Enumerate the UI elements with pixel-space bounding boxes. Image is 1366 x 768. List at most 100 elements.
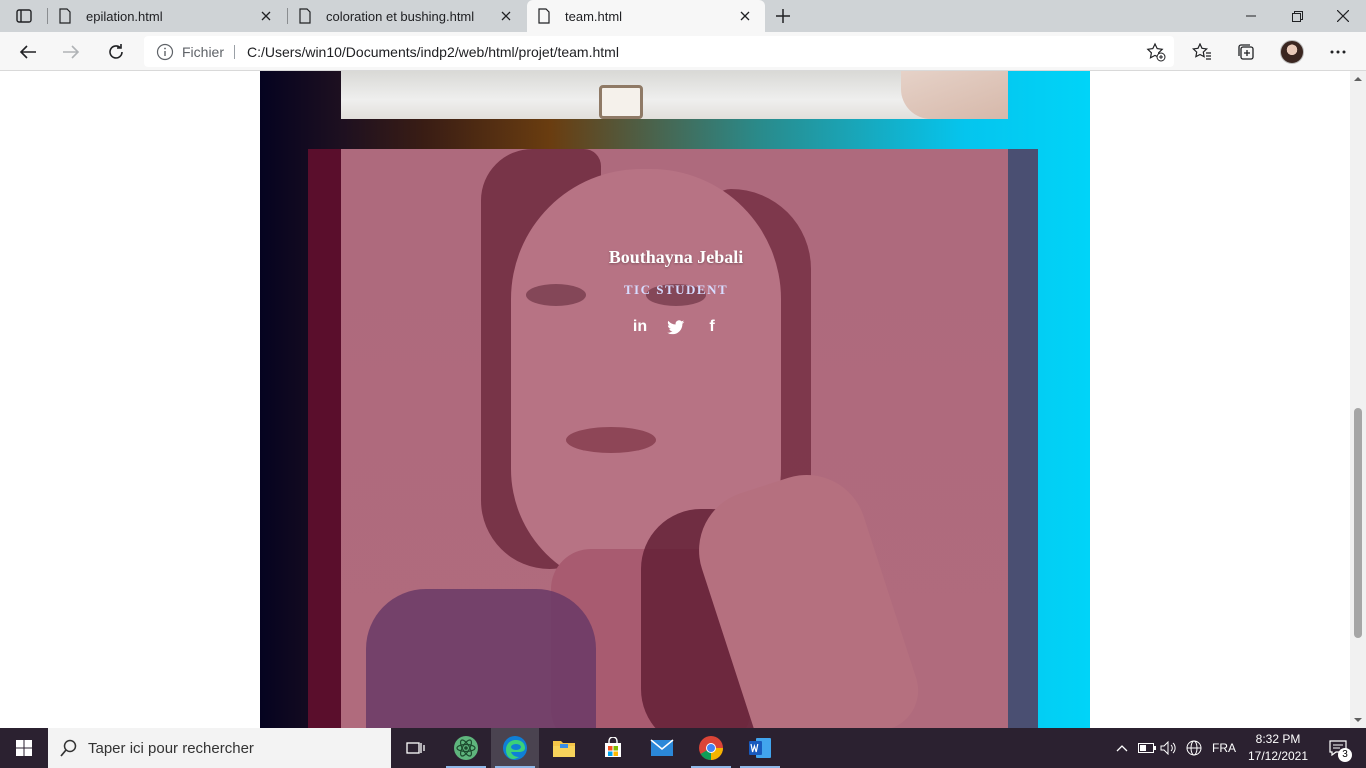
- plus-icon: [776, 9, 790, 23]
- system-clock[interactable]: 8:32 PM 17/12/2021: [1240, 731, 1316, 765]
- facebook-icon[interactable]: f: [703, 318, 721, 336]
- scheme-label: Fichier: [182, 44, 225, 60]
- task-view-button[interactable]: [392, 728, 440, 768]
- address-separator: [234, 45, 235, 59]
- page-icon: [538, 8, 550, 24]
- page-icon: [299, 8, 311, 24]
- clock-date: 17/12/2021: [1247, 749, 1309, 763]
- search-placeholder: Taper ici pour rechercher: [88, 740, 254, 757]
- linkedin-icon[interactable]: in: [631, 318, 649, 336]
- battery-button[interactable]: [1136, 728, 1158, 768]
- globe-icon: [1186, 740, 1202, 756]
- close-icon[interactable]: [735, 6, 755, 26]
- more-icon: [1330, 50, 1346, 54]
- edge-app[interactable]: [491, 728, 539, 768]
- add-favorite-icon: [1146, 42, 1166, 62]
- scrollbar-thumb[interactable]: [1354, 408, 1362, 638]
- favorites-button[interactable]: [1186, 36, 1218, 68]
- close-window-button[interactable]: [1320, 0, 1366, 32]
- edge-icon: [503, 736, 527, 760]
- volume-icon: [1160, 741, 1176, 755]
- battery-icon: [1138, 743, 1156, 753]
- twitter-icon[interactable]: [667, 318, 685, 336]
- more-button[interactable]: [1322, 36, 1354, 68]
- chrome-icon: [699, 736, 723, 760]
- atom-icon: [454, 736, 478, 760]
- member-name: Bouthayna Jebali: [608, 247, 744, 267]
- restore-button[interactable]: [1274, 0, 1320, 32]
- forward-button[interactable]: [55, 36, 87, 68]
- search-icon: [60, 739, 77, 757]
- url-text[interactable]: C:/Users/win10/Documents/indp2/web/html/…: [247, 44, 619, 60]
- word-icon: [749, 738, 771, 758]
- watch-detail: [599, 85, 643, 119]
- team-member-card: Bouthayna Jebali TIC STUDENT in f: [308, 149, 1038, 728]
- back-button[interactable]: [12, 36, 44, 68]
- file-explorer-app[interactable]: [540, 728, 588, 768]
- refresh-button[interactable]: [100, 36, 132, 68]
- previous-member-photo: [341, 71, 1008, 119]
- close-icon[interactable]: [256, 6, 276, 26]
- page-viewport: Bouthayna Jebali TIC STUDENT in f: [0, 71, 1350, 728]
- network-button[interactable]: [1182, 728, 1206, 768]
- profile-avatar[interactable]: [1280, 40, 1304, 64]
- page-scrollbar[interactable]: [1350, 71, 1366, 728]
- notification-center-button[interactable]: 3: [1316, 728, 1360, 768]
- file-explorer-icon: [553, 741, 575, 757]
- notification-count: 3: [1338, 748, 1352, 762]
- tab-coloration[interactable]: coloration et bushing.html: [288, 0, 526, 32]
- tab-title: team.html: [565, 8, 623, 24]
- start-button[interactable]: [0, 728, 48, 768]
- tab-epilation[interactable]: epilation.html: [48, 0, 286, 32]
- clock-time: 8:32 PM: [1255, 732, 1301, 746]
- minimize-button[interactable]: [1228, 0, 1274, 32]
- show-hidden-icons-button[interactable]: [1110, 728, 1134, 768]
- photo-shoulder: [366, 589, 596, 728]
- page-icon: [59, 8, 71, 24]
- collections-button[interactable]: [1230, 36, 1262, 68]
- info-icon[interactable]: [156, 43, 174, 61]
- tab-team[interactable]: team.html: [527, 0, 765, 32]
- new-tab-button[interactable]: [770, 4, 796, 28]
- add-favorite-button[interactable]: [1144, 40, 1168, 64]
- forward-icon: [63, 45, 80, 59]
- volume-button[interactable]: [1158, 728, 1180, 768]
- member-photo: Bouthayna Jebali TIC STUDENT in f: [341, 149, 1008, 728]
- tab-actions-button[interactable]: [8, 4, 40, 28]
- tab-title: epilation.html: [86, 8, 163, 24]
- photo-eye: [526, 284, 586, 306]
- store-icon: [605, 737, 621, 757]
- tab-title: coloration et bushing.html: [326, 8, 475, 24]
- mail-icon: [650, 739, 674, 756]
- mail-app[interactable]: [638, 728, 686, 768]
- minimize-icon: [1246, 15, 1256, 17]
- social-links: in f: [596, 318, 756, 336]
- hand-detail: [901, 71, 1008, 119]
- photo-mouth: [566, 427, 656, 453]
- windows-icon: [16, 740, 32, 756]
- close-icon: [1337, 10, 1349, 22]
- chrome-app[interactable]: [687, 728, 735, 768]
- collections-icon: [1238, 44, 1254, 60]
- task-view-icon: [406, 742, 425, 754]
- member-info: Bouthayna Jebali TIC STUDENT in f: [596, 247, 756, 336]
- chevron-up-icon: [1116, 745, 1128, 752]
- store-app[interactable]: [589, 728, 637, 768]
- card-accent-strip: [308, 149, 341, 728]
- language-indicator[interactable]: FRA: [1208, 728, 1240, 768]
- atom-app[interactable]: [442, 728, 490, 768]
- team-section: Bouthayna Jebali TIC STUDENT in f: [260, 71, 1090, 728]
- refresh-icon: [109, 44, 123, 59]
- scroll-up-icon[interactable]: [1354, 75, 1362, 83]
- address-bar[interactable]: Fichier C:/Users/win10/Documents/indp2/w…: [144, 36, 1174, 67]
- restore-icon: [1291, 10, 1303, 22]
- tab-actions-icon: [16, 9, 32, 23]
- browser-toolbar: Fichier C:/Users/win10/Documents/indp2/w…: [0, 32, 1366, 71]
- scroll-down-icon[interactable]: [1354, 716, 1362, 724]
- favorites-icon: [1192, 43, 1211, 60]
- tab-strip: epilation.html coloration et bushing.htm…: [0, 0, 1366, 32]
- taskbar-search[interactable]: Taper ici pour rechercher: [48, 728, 391, 768]
- word-app[interactable]: [736, 728, 784, 768]
- close-icon[interactable]: [496, 6, 516, 26]
- back-icon: [19, 45, 36, 59]
